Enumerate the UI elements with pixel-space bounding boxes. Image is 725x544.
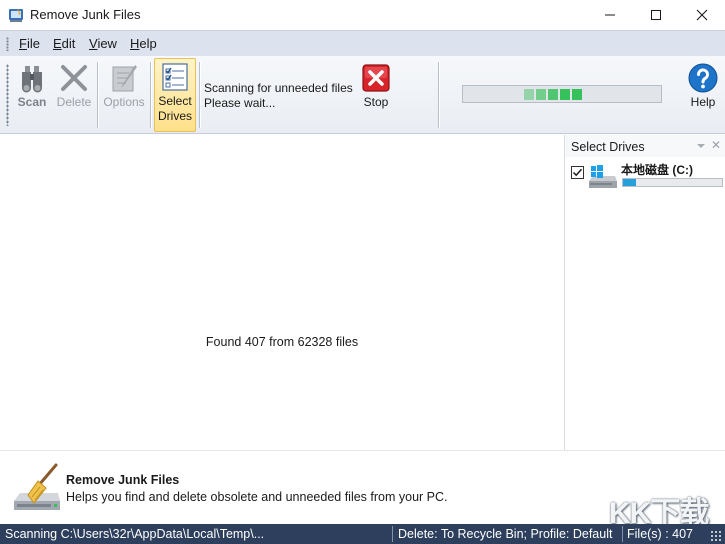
scan-progress-bar bbox=[462, 85, 662, 103]
menu-file[interactable]: File bbox=[19, 36, 40, 51]
found-files-text: Found 407 from 62328 files bbox=[205, 335, 359, 349]
delete-label: Delete bbox=[56, 95, 92, 109]
status-separator bbox=[392, 526, 393, 542]
scan-label: Scan bbox=[17, 95, 47, 109]
scan-status-line2: Please wait... bbox=[204, 96, 276, 110]
drive-usage-bar bbox=[622, 178, 723, 187]
minimize-icon bbox=[605, 14, 615, 16]
status-separator bbox=[622, 526, 623, 542]
progress-block bbox=[524, 89, 534, 100]
options-label: Options bbox=[103, 95, 145, 109]
maximize-button[interactable] bbox=[633, 0, 679, 30]
toolbar-separator bbox=[199, 62, 200, 128]
menu-grip bbox=[6, 37, 9, 51]
status-file-count: File(s) : 407 bbox=[627, 527, 693, 541]
menu-edit[interactable]: Edit bbox=[53, 36, 75, 51]
menu-bar: File Edit View Help bbox=[0, 30, 725, 56]
progress-block bbox=[560, 89, 570, 100]
description-title: Remove Junk Files bbox=[66, 473, 180, 487]
stop-icon bbox=[362, 64, 390, 92]
resize-grip[interactable] bbox=[710, 530, 722, 542]
title-bar: Remove Junk Files bbox=[0, 0, 725, 30]
description-text: Helps you find and delete obsolete and u… bbox=[66, 490, 448, 504]
toolbar-separator bbox=[97, 62, 98, 128]
scan-status-message: Scanning for unneeded files Please wait.… bbox=[204, 81, 353, 111]
select-drives-panel: Select Drives ✕ 本地磁盘 (C:) bbox=[564, 135, 725, 450]
drive-checkbox[interactable] bbox=[571, 166, 584, 179]
toolbar-separator bbox=[438, 62, 439, 128]
toolbar-separator bbox=[150, 62, 151, 128]
options-icon bbox=[112, 65, 137, 92]
minimize-button[interactable] bbox=[587, 0, 633, 30]
checkmark-icon bbox=[572, 168, 583, 177]
help-icon bbox=[688, 63, 718, 93]
delete-x-icon bbox=[61, 65, 87, 91]
menu-view[interactable]: View bbox=[89, 36, 117, 51]
help-button[interactable]: Help bbox=[685, 60, 721, 130]
drive-name: 本地磁盘 (C:) bbox=[621, 163, 693, 177]
checklist-icon bbox=[162, 63, 188, 91]
app-icon bbox=[9, 8, 23, 22]
status-delete-mode: Delete: To Recycle Bin; Profile: Default bbox=[398, 527, 613, 541]
results-area[interactable]: Found 407 from 62328 files bbox=[0, 135, 564, 450]
window-title: Remove Junk Files bbox=[30, 7, 141, 22]
progress-block bbox=[536, 89, 546, 100]
select-drives-button[interactable]: Select Drives bbox=[154, 58, 196, 132]
drive-usage-fill bbox=[623, 179, 636, 186]
progress-block bbox=[548, 89, 558, 100]
chevron-down-icon[interactable] bbox=[696, 142, 706, 150]
close-icon bbox=[696, 9, 708, 21]
binoculars-icon bbox=[22, 66, 42, 93]
toolbar-grip bbox=[6, 64, 9, 126]
options-button[interactable]: Options bbox=[101, 60, 147, 130]
maximize-icon bbox=[651, 10, 661, 20]
select-drives-label: Select Drives bbox=[157, 94, 192, 123]
help-label: Help bbox=[690, 95, 716, 109]
broom-drive-icon bbox=[14, 463, 60, 510]
stop-label: Stop bbox=[363, 95, 389, 109]
drives-panel-header: Select Drives ✕ bbox=[565, 135, 725, 157]
menu-help[interactable]: Help bbox=[130, 36, 157, 51]
stop-button[interactable]: Stop bbox=[357, 60, 395, 130]
status-scanning-path: Scanning C:\Users\32r\AppData\Local\Temp… bbox=[5, 527, 265, 541]
delete-button[interactable]: Delete bbox=[55, 60, 93, 130]
scan-button[interactable]: Scan bbox=[13, 60, 51, 130]
windows-drive-icon bbox=[589, 165, 617, 188]
progress-block bbox=[572, 89, 582, 100]
drives-panel-title: Select Drives bbox=[571, 140, 645, 154]
status-bar: Scanning C:\Users\32r\AppData\Local\Temp… bbox=[0, 524, 725, 544]
scan-status-line1: Scanning for unneeded files bbox=[204, 81, 353, 95]
panel-close-icon[interactable]: ✕ bbox=[711, 138, 721, 152]
close-button[interactable] bbox=[679, 0, 725, 30]
